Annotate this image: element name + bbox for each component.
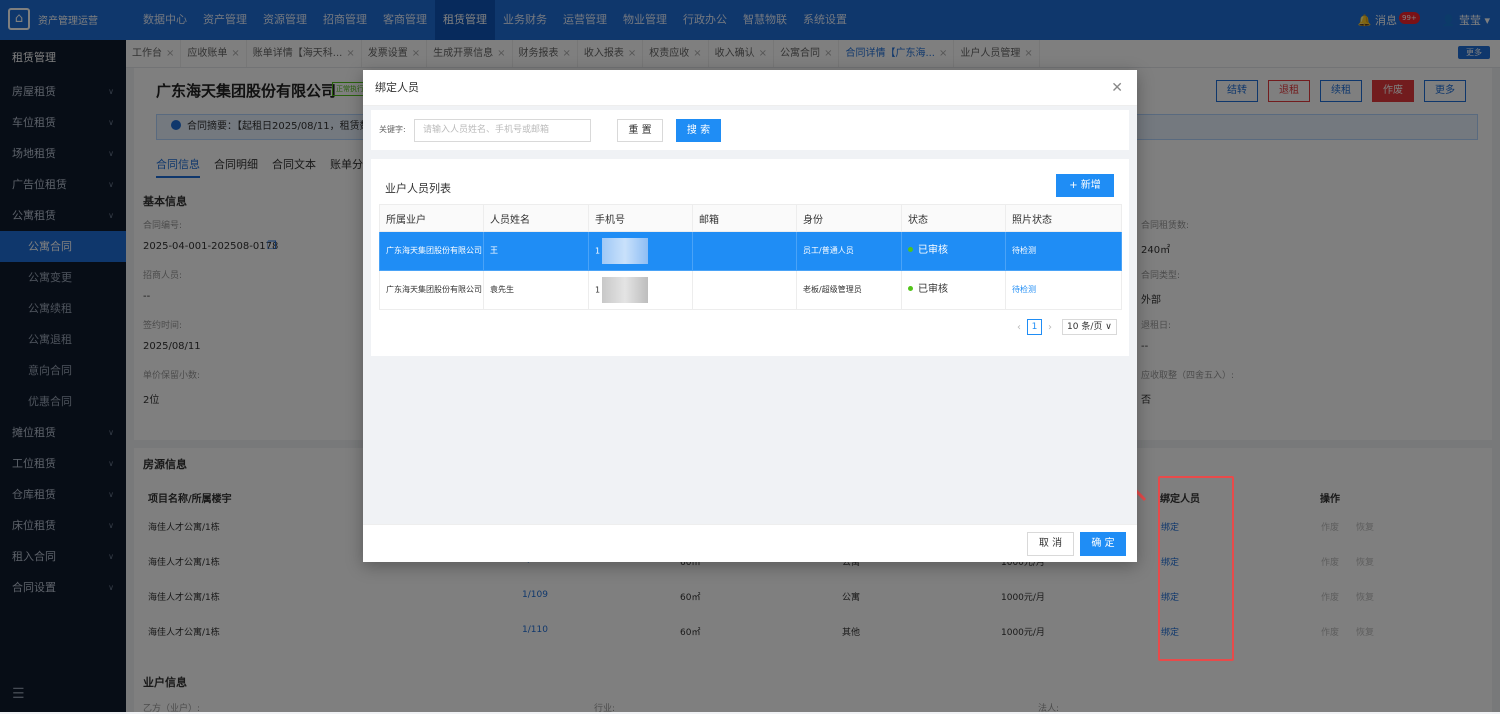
column-header: 手机号 bbox=[588, 204, 693, 232]
reset-button[interactable]: 重 置 bbox=[617, 119, 663, 142]
search-button[interactable]: 搜 索 bbox=[676, 119, 721, 142]
status-cell: 已审核 bbox=[901, 231, 1006, 271]
owner-cell: 广东海天集团股份有限公司 bbox=[379, 270, 484, 310]
dialog-title: 绑定人员 bbox=[375, 81, 419, 94]
owner-cell: 广东海天集团股份有限公司 bbox=[379, 231, 484, 271]
keyword-label: 关键字: bbox=[379, 125, 406, 134]
photo-status-cell: 待检测 bbox=[1005, 270, 1122, 310]
page-size-select[interactable]: 10 条/页 ∨ bbox=[1062, 319, 1117, 335]
next-page-icon[interactable]: › bbox=[1048, 322, 1052, 333]
photo-status-cell: 待检测 bbox=[1005, 231, 1122, 271]
name-cell: 袁先生 bbox=[483, 270, 589, 310]
status-cell: 已审核 bbox=[901, 270, 1006, 310]
masked-phone bbox=[602, 238, 649, 264]
search-bar: 关键字: 请输入人员姓名、手机号或邮箱 重 置 搜 索 bbox=[371, 110, 1129, 150]
prev-page-icon[interactable]: ‹ bbox=[1017, 322, 1021, 333]
email-cell bbox=[692, 231, 797, 271]
email-cell bbox=[692, 270, 797, 310]
pagination: ‹ 1 › 10 条/页 ∨ bbox=[1017, 319, 1117, 335]
phone-text: 1 bbox=[595, 285, 601, 295]
role-cell: 员工/普通人员 bbox=[796, 231, 902, 271]
column-header: 身份 bbox=[796, 204, 902, 232]
column-header: 所属业户 bbox=[379, 204, 484, 232]
dialog-header: 绑定人员 ✕ bbox=[363, 70, 1137, 106]
status-dot-icon bbox=[908, 247, 913, 252]
column-header: 照片状态 bbox=[1005, 204, 1122, 232]
masked-phone bbox=[602, 277, 649, 303]
annotation-highlight-box bbox=[1158, 476, 1234, 661]
dialog-footer: 取 消 确 定 bbox=[363, 524, 1137, 562]
status-dot-icon bbox=[908, 286, 913, 291]
bind-person-dialog: 绑定人员 ✕ 关键字: 请输入人员姓名、手机号或邮箱 重 置 搜 索 业户人员列… bbox=[363, 70, 1137, 562]
photo-status-link[interactable]: 待检测 bbox=[1012, 246, 1036, 255]
status-text: 已审核 bbox=[918, 245, 948, 256]
phone-cell: 1 bbox=[588, 270, 693, 310]
add-person-button[interactable]: + 新增 bbox=[1056, 174, 1114, 197]
close-icon[interactable]: ✕ bbox=[1111, 70, 1123, 106]
status-text: 已审核 bbox=[918, 284, 948, 295]
page-number[interactable]: 1 bbox=[1027, 319, 1042, 335]
confirm-button[interactable]: 确 定 bbox=[1080, 532, 1126, 556]
column-header: 人员姓名 bbox=[483, 204, 589, 232]
table-row[interactable]: 广东海天集团股份有限公司 袁先生 1 老板/超级管理员 已审核 待检测 bbox=[379, 270, 1122, 310]
person-table: 所属业户 人员姓名 手机号 邮箱 身份 状态 照片状态 广东海天集团股份有限公司王 1 员工/普… bbox=[379, 204, 1122, 310]
column-header: 邮箱 bbox=[692, 204, 797, 232]
person-list-card: 业户人员列表 + 新增 所属业户 人员姓名 手机号 邮箱 身份 状态 照片状态 广东海天集团… bbox=[371, 159, 1129, 356]
phone-text: 1 bbox=[595, 246, 601, 256]
name-cell: 王 bbox=[483, 231, 589, 271]
phone-cell: 1 bbox=[588, 231, 693, 271]
cancel-button[interactable]: 取 消 bbox=[1027, 532, 1074, 556]
role-cell: 老板/超级管理员 bbox=[796, 270, 902, 310]
photo-status-link[interactable]: 待检测 bbox=[1012, 285, 1036, 294]
person-list-title: 业户人员列表 bbox=[385, 182, 451, 195]
table-row[interactable]: 广东海天集团股份有限公司王 1 员工/普通人员 已审核 待检测 bbox=[379, 231, 1122, 271]
keyword-input[interactable]: 请输入人员姓名、手机号或邮箱 bbox=[414, 119, 591, 142]
column-header: 状态 bbox=[901, 204, 1006, 232]
